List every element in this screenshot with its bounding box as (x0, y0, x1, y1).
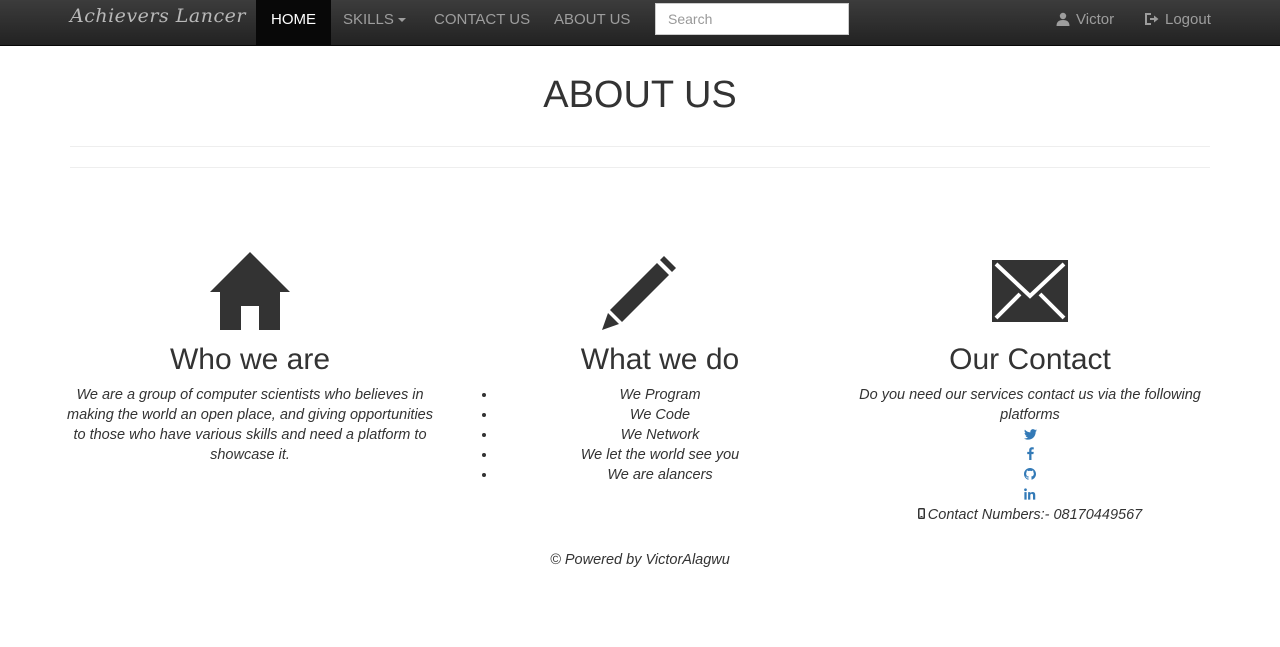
nav-skills-dropdown[interactable]: SKILLS (343, 0, 406, 45)
nav-skills-label: SKILLS (343, 11, 394, 28)
caret-down-icon (397, 18, 406, 23)
search-input[interactable] (655, 3, 849, 35)
facebook-icon (1026, 447, 1034, 460)
list-item: We Network (478, 425, 842, 445)
list-item: We are alancers (478, 465, 842, 485)
section-text: Do you need our services contact us via … (859, 387, 1201, 423)
github-link[interactable] (845, 465, 1215, 485)
divider (70, 167, 1210, 168)
twitter-link[interactable] (845, 425, 1215, 445)
list-item: We let the world see you (478, 445, 842, 465)
divider (70, 146, 1210, 147)
envelope-icon (992, 260, 1068, 322)
nav-home[interactable]: HOME (256, 0, 331, 45)
nav-about-us[interactable]: ABOUT US (554, 0, 630, 45)
linkedin-icon (1024, 488, 1036, 500)
section-our-contact: Our Contact Do you need our services con… (845, 240, 1215, 525)
navbar: Achievers Lancer HOME SKILLS CONTACT US … (0, 0, 1280, 46)
contact-numbers-text: Contact Numbers:- 08170449567 (927, 507, 1143, 523)
twitter-icon (1023, 429, 1037, 440)
mobile-phone-icon (917, 508, 925, 519)
section-heading: Our Contact (949, 343, 1111, 376)
logout-button[interactable]: Logout (1144, 0, 1211, 45)
page-title: ABOUT US (543, 74, 737, 116)
section-text: We are a group of computer scientists wh… (67, 387, 433, 463)
linkedin-link[interactable] (845, 485, 1215, 505)
home-icon (210, 252, 290, 330)
footer: © Powered by VictorAlagwu (550, 552, 730, 568)
list-item: We Code (478, 405, 842, 425)
section-what-we-do: What we do We Program We Code We Network… (478, 240, 842, 485)
user-icon (1056, 12, 1070, 26)
logout-icon (1145, 13, 1159, 25)
logout-label: Logout (1165, 11, 1211, 28)
section-heading: What we do (580, 343, 740, 376)
nav-contact-us[interactable]: CONTACT US (434, 0, 530, 45)
nav-user-victor[interactable]: Victor (1056, 0, 1114, 45)
what-we-do-list: We Program We Code We Network We let the… (478, 385, 842, 485)
facebook-link[interactable] (845, 445, 1215, 465)
user-name: Victor (1076, 11, 1115, 28)
section-heading: Who we are (169, 343, 331, 376)
pencil-icon (602, 256, 676, 330)
list-item: We Program (478, 385, 842, 405)
contact-numbers: Contact Numbers:- 08170449567 (845, 505, 1215, 525)
brand-logo[interactable]: Achievers Lancer (70, 5, 246, 27)
github-icon (1024, 468, 1036, 480)
section-who-we-are: Who we are We are a group of computer sc… (60, 240, 440, 465)
